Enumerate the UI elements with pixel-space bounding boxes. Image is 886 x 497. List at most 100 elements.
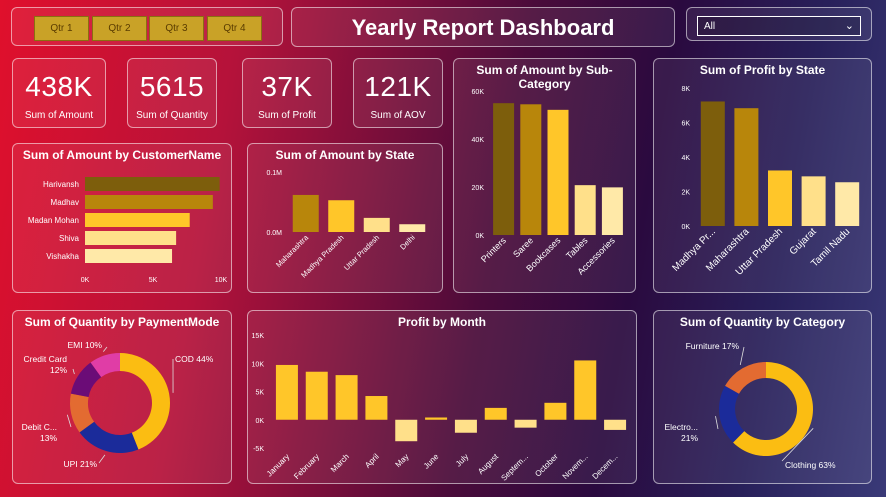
kpi-value: 438K [25, 71, 93, 102]
tick-label: 60K [472, 89, 485, 96]
bar [328, 200, 355, 232]
state-profit-chart-panel: Sum of Profit by State Madhya Pr... Mahar… [653, 58, 872, 293]
slice-label: Credit Card [24, 354, 68, 364]
kpi-aov: 121K Sum of AOV [353, 58, 443, 128]
bar [275, 364, 298, 420]
category-label: Saree [511, 235, 535, 259]
leader-line [66, 414, 72, 428]
bar [305, 371, 328, 420]
bar [574, 185, 596, 235]
bar [399, 224, 426, 232]
slice-label: UPI 21% [63, 459, 97, 469]
tick-label: -5K [253, 446, 264, 453]
kpi-value: 37K [261, 71, 313, 102]
payment-donut-chart: COD 44% UPI 21% Debit C...13% Credit Card12… [22, 340, 214, 469]
leader-line [715, 416, 719, 430]
bar [514, 419, 537, 428]
bar [85, 249, 173, 263]
category-label: Vishakha [46, 252, 79, 261]
tick-label: 8K [681, 86, 690, 93]
tick-label: 5K [255, 390, 264, 397]
tick-label: 0K [81, 277, 90, 284]
tick-label: 0K [475, 233, 484, 240]
bar [395, 419, 418, 442]
category-label: April [363, 452, 381, 470]
slice-label: 13% [40, 433, 57, 443]
category-label: Madhav [51, 198, 79, 207]
bar [734, 108, 759, 226]
chevron-down-icon: ⌄ [844, 20, 854, 32]
category-label: Shiva [59, 234, 80, 243]
bar [363, 217, 390, 232]
tick-label: 4K [681, 155, 690, 162]
bar [700, 101, 725, 226]
bar [484, 407, 507, 420]
category-label: August [476, 452, 501, 477]
kpi-label: Sum of Amount [24, 110, 94, 121]
leader-line [739, 346, 745, 366]
category-label: February [292, 452, 321, 481]
bar [547, 109, 569, 235]
slice-label: 12% [50, 365, 67, 375]
tick-label: 15K [252, 333, 265, 340]
tick-label: 0.1M [266, 170, 282, 177]
kpi-profit: 37K Sum of Profit [242, 58, 332, 128]
quarter-slicer: Qtr 1 Qtr 2 Qtr 3 Qtr 4 [11, 7, 283, 46]
state-dropdown[interactable]: All ⌄ [697, 16, 861, 36]
tick-label: 20K [472, 185, 485, 192]
qtr1-button[interactable]: Qtr 1 [34, 16, 89, 41]
bar [335, 375, 358, 420]
category-label: Tables [564, 235, 590, 261]
donut-slice [719, 385, 745, 443]
bar [85, 195, 213, 209]
kpi-value: 121K [364, 71, 432, 102]
kpi-label: Sum of AOV [370, 110, 426, 121]
bar [454, 419, 477, 433]
tick-label: 10K [215, 277, 228, 284]
leader-line [98, 454, 106, 464]
leader-line [102, 346, 108, 352]
dropdown-value: All [704, 21, 716, 32]
bar [601, 187, 623, 235]
month-profit-bar-chart: January February March April May June July Augu… [252, 333, 627, 483]
bar [85, 231, 177, 245]
category-donut-chart: Clothing 63% Electro...21% Furniture 17% [664, 341, 836, 470]
tick-label: 2K [681, 190, 690, 197]
slice-label: Clothing 63% [785, 460, 836, 470]
bar [520, 104, 542, 235]
tick-label: 0.0M [266, 230, 282, 237]
category-label: May [394, 452, 411, 469]
subcategory-chart-panel: Sum of Amount by Sub-Category Printers Sa… [453, 58, 636, 293]
category-label: October [533, 452, 560, 479]
bar [768, 170, 792, 226]
slice-label: 21% [681, 433, 698, 443]
bar [835, 182, 860, 226]
tick-label: 0K [681, 224, 690, 231]
category-label: July [454, 452, 470, 468]
bar [85, 177, 220, 191]
category-label: Septem... [499, 452, 530, 483]
donut-slice [725, 362, 766, 394]
kpi-quantity: 5615 Sum of Quantity [127, 58, 217, 128]
category-label: Novem... [561, 452, 590, 481]
tick-label: 5K [149, 277, 158, 284]
category-label: Gujarat [788, 226, 819, 257]
qtr2-button[interactable]: Qtr 2 [92, 16, 147, 41]
tick-label: 6K [681, 121, 690, 128]
slice-label: COD 44% [175, 354, 214, 364]
customer-chart-panel: Sum of Amount by CustomerName Harivansh M… [12, 143, 232, 293]
qtr4-button[interactable]: Qtr 4 [207, 16, 262, 41]
tick-label: 40K [472, 137, 485, 144]
bar [85, 213, 190, 227]
donut-slice [79, 421, 139, 453]
bar [604, 419, 627, 430]
category-label: Delhi [398, 233, 417, 252]
category-label: Uttar Pradesh [342, 233, 381, 272]
category-label: March [329, 452, 351, 474]
month-chart-panel: Profit by Month January February March Apri… [247, 310, 637, 484]
slice-label: EMI 10% [68, 340, 103, 350]
qtr3-button[interactable]: Qtr 3 [149, 16, 204, 41]
state-amount-chart-panel: Sum of Amount by State Maharashtra Madhya… [247, 143, 443, 293]
slice-label: Electro... [664, 422, 698, 432]
kpi-label: Sum of Quantity [136, 110, 208, 121]
